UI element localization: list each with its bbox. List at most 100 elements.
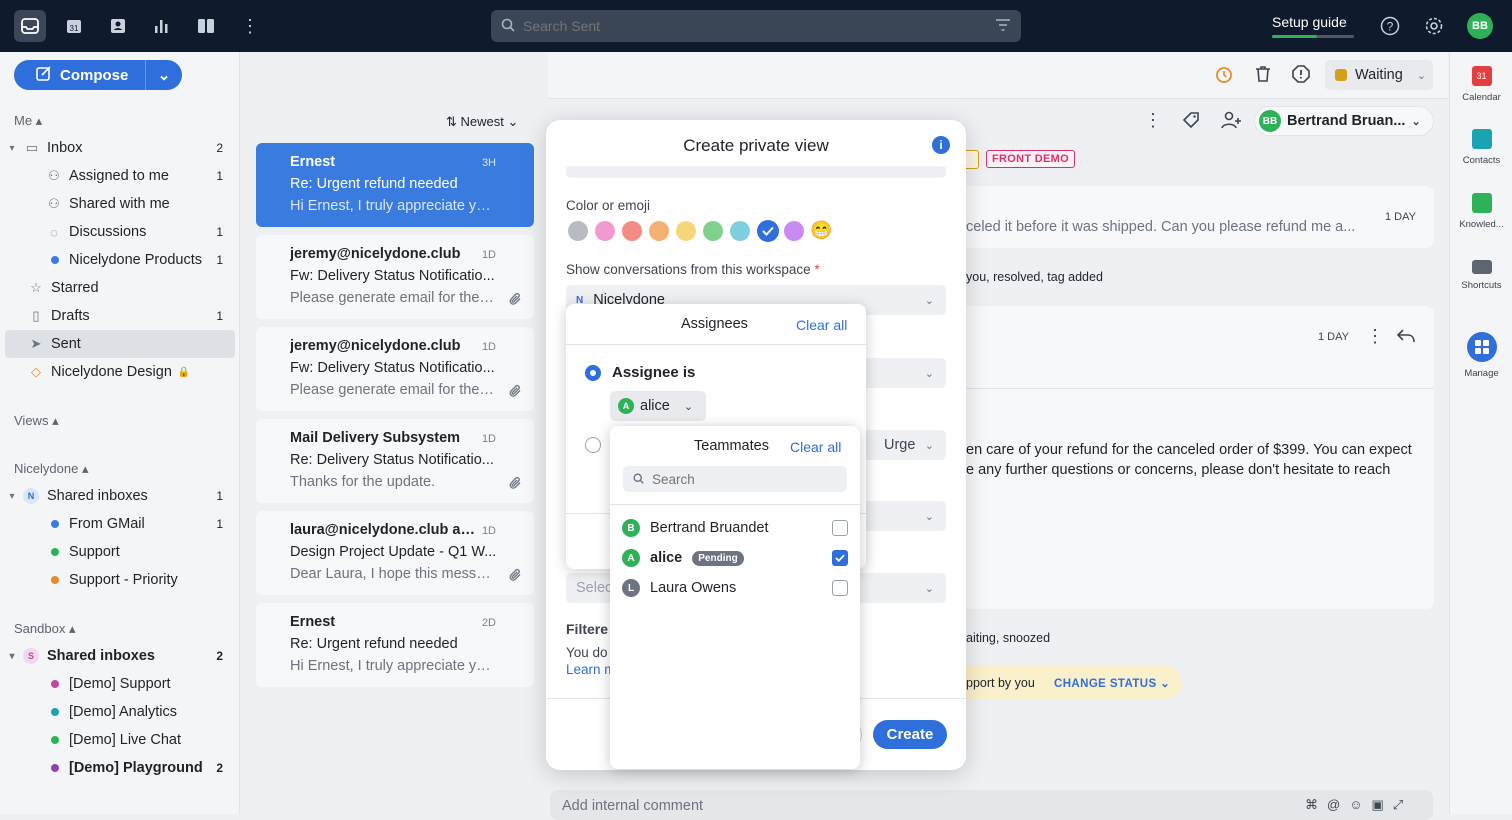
section-title-views[interactable]: Views ▴ [14,413,59,429]
info-icon[interactable]: i [932,136,950,154]
sidebar-item-sandbox-shared-inboxes[interactable]: ▾ S Shared inboxes 2 [5,642,235,670]
divider [940,388,1434,389]
teammate-checkbox[interactable] [832,520,848,536]
section-title-nicelydone[interactable]: Nicelydone ▴ [14,461,88,477]
settings-gear-icon[interactable] [1418,10,1450,42]
sidebar-item-nicelydone-shared-inboxes[interactable]: ▾ N Shared inboxes 1 [5,482,235,510]
front-demo-tag[interactable]: FRONT DEMO [986,150,1075,168]
assignee-is-radio[interactable] [585,365,601,381]
contacts-icon[interactable] [102,10,134,42]
sidebar-item-from-gmail[interactable]: From GMail 1 [5,510,235,538]
more-vertical-icon[interactable]: ⋮ [1144,110,1162,131]
rightbar-shortcuts[interactable]: Shortcuts [1450,257,1512,291]
teammate-row[interactable]: B Bertrand Bruandet [622,517,769,539]
tag-icon[interactable] [1181,110,1201,133]
sidebar-item-assigned-to-me[interactable]: ⚇ Assigned to me 1 [5,162,235,190]
rightbar-manage[interactable]: Manage [1450,332,1512,379]
color-swatch[interactable] [595,221,615,241]
attachment-paperclip-icon [508,568,522,585]
teammates-clear-all-button[interactable]: Clear all [790,439,841,455]
assign-person-icon[interactable] [1220,110,1242,133]
teammate-row[interactable]: L Laura Owens [622,577,736,599]
conversation-item[interactable]: Mail Delivery Subsystem 1D Re: Delivery St… [256,419,534,503]
change-status-button[interactable]: CHANGE STATUS ⌄ [1054,676,1170,690]
rightbar-knowledge[interactable]: Knowled... [1450,193,1512,230]
conversation-item[interactable]: Ernest 2D Re: Urgent refund needed Hi Ernes… [256,603,534,687]
snooze-alarm-icon[interactable] [1214,64,1234,87]
color-swatch[interactable] [568,221,588,241]
color-swatch[interactable] [703,221,723,241]
sidebar-item-shared-with-me[interactable]: ⚇ Shared with me [5,190,235,218]
status-dropdown[interactable]: Waiting ⌄ [1325,60,1433,90]
color-swatch[interactable] [649,221,669,241]
setup-guide-link[interactable]: Setup guide [1272,14,1347,30]
color-swatch[interactable] [622,221,642,241]
conversation-item[interactable]: laura@nicelydone.club an... 1D Design Proj… [256,511,534,595]
sidebar-item-drafts[interactable]: ▯ Drafts 1 [5,302,235,330]
reply-icon[interactable] [1396,328,1416,347]
chevron-down-icon[interactable]: ▾ [5,491,19,502]
learn-more-link[interactable]: Learn m [566,662,616,677]
sidebar-item-support[interactable]: Support [5,538,235,566]
sidebar-item-nicelydone-products[interactable]: Nicelydone Products 1 [5,246,235,274]
sidebar-item-inbox[interactable]: ▾ ▭ Inbox 2 [5,134,235,162]
conversation-subject: Re: Urgent refund needed [290,636,458,652]
sidebar-item-support-priority[interactable]: Support - Priority [5,566,235,594]
conversation-preview: Please generate email for the ... [290,382,495,398]
calendar-icon[interactable]: 31 [58,10,90,42]
more-vertical-icon[interactable]: ⋮ [1366,326,1384,347]
sidebar-item-demo-support[interactable]: [Demo] Support [5,670,235,698]
color-swatch[interactable] [730,221,750,241]
teammate-row[interactable]: Aalice Pending [622,547,744,569]
tag-fragment [966,150,979,169]
search-bar[interactable] [491,10,1021,42]
help-icon[interactable]: ? [1374,10,1406,42]
message-card[interactable] [940,186,1434,248]
setup-progress-bar [1272,35,1354,38]
compose-button[interactable]: Compose ⌄ [14,60,182,90]
conversation-item[interactable]: jeremy@nicelydone.club 1D Fw: Delivery Sta… [256,327,534,411]
sidebar-item-discussions[interactable]: ◌ Discussions 1 [5,218,235,246]
color-dot [51,548,59,556]
sidebar-item-starred[interactable]: ☆ Starred [5,274,235,302]
analytics-icon[interactable] [146,10,178,42]
search-input[interactable] [523,18,995,34]
inbox-icon[interactable] [14,10,46,42]
create-button[interactable]: Create [873,720,947,749]
teammate-checkbox[interactable] [832,550,848,566]
color-swatch[interactable] [784,221,804,241]
conversation-item[interactable]: Ernest 3H Re: Urgent refund needed Hi Ernes… [256,143,534,227]
other-option-radio[interactable] [585,437,601,453]
spam-alert-icon[interactable] [1291,64,1311,87]
teammates-search-box[interactable] [623,466,847,492]
assignees-clear-all-button[interactable]: Clear all [796,317,847,333]
compose-dropdown-chevron-icon[interactable]: ⌄ [146,66,182,84]
sort-dropdown[interactable]: ⇅ Newest ⌄ [446,114,518,130]
teammate-checkbox[interactable] [832,580,848,596]
assignee-chip[interactable]: A alice ⌄ [610,391,706,421]
emoji-option[interactable]: 😁 [810,220,832,241]
user-avatar[interactable]: BB [1467,13,1493,39]
filter-icon[interactable] [995,18,1011,34]
sidebar-item-sent[interactable]: ➤ Sent [5,330,235,358]
color-swatch[interactable] [676,221,696,241]
more-vertical-icon[interactable]: ⋮ [234,10,266,42]
trash-icon[interactable] [1253,64,1273,87]
chevron-down-icon[interactable]: ▾ [5,651,19,662]
rightbar-contacts[interactable]: Contacts [1450,129,1512,166]
sidebar-item-nicelydone-design[interactable]: ◇ Nicelydone Design 🔒 [5,358,235,386]
teammates-search-input[interactable] [652,471,832,487]
internal-comment-input[interactable]: Add internal comment [550,790,1433,820]
comment-toolbar-icons[interactable]: ⌘@☺▣⤢ [1305,797,1412,813]
section-title-sandbox[interactable]: Sandbox ▴ [14,621,75,637]
sidebar-item-demo-live-chat[interactable]: [Demo] Live Chat [5,726,235,754]
sidebar-item-demo-playground[interactable]: [Demo] Playground 2 [5,754,235,782]
section-title-me[interactable]: Me ▴ [14,113,42,129]
color-swatch[interactable] [757,220,779,242]
knowledge-base-icon[interactable] [190,10,222,42]
sidebar-item-demo-analytics[interactable]: [Demo] Analytics [5,698,235,726]
assignee-dropdown[interactable]: BB Bertrand Bruan... ⌄ [1254,106,1434,136]
rightbar-calendar[interactable]: 31 Calendar [1450,66,1512,103]
conversation-item[interactable]: jeremy@nicelydone.club 1D Fw: Delivery Sta… [256,235,534,319]
chevron-down-icon[interactable]: ▾ [5,143,19,154]
